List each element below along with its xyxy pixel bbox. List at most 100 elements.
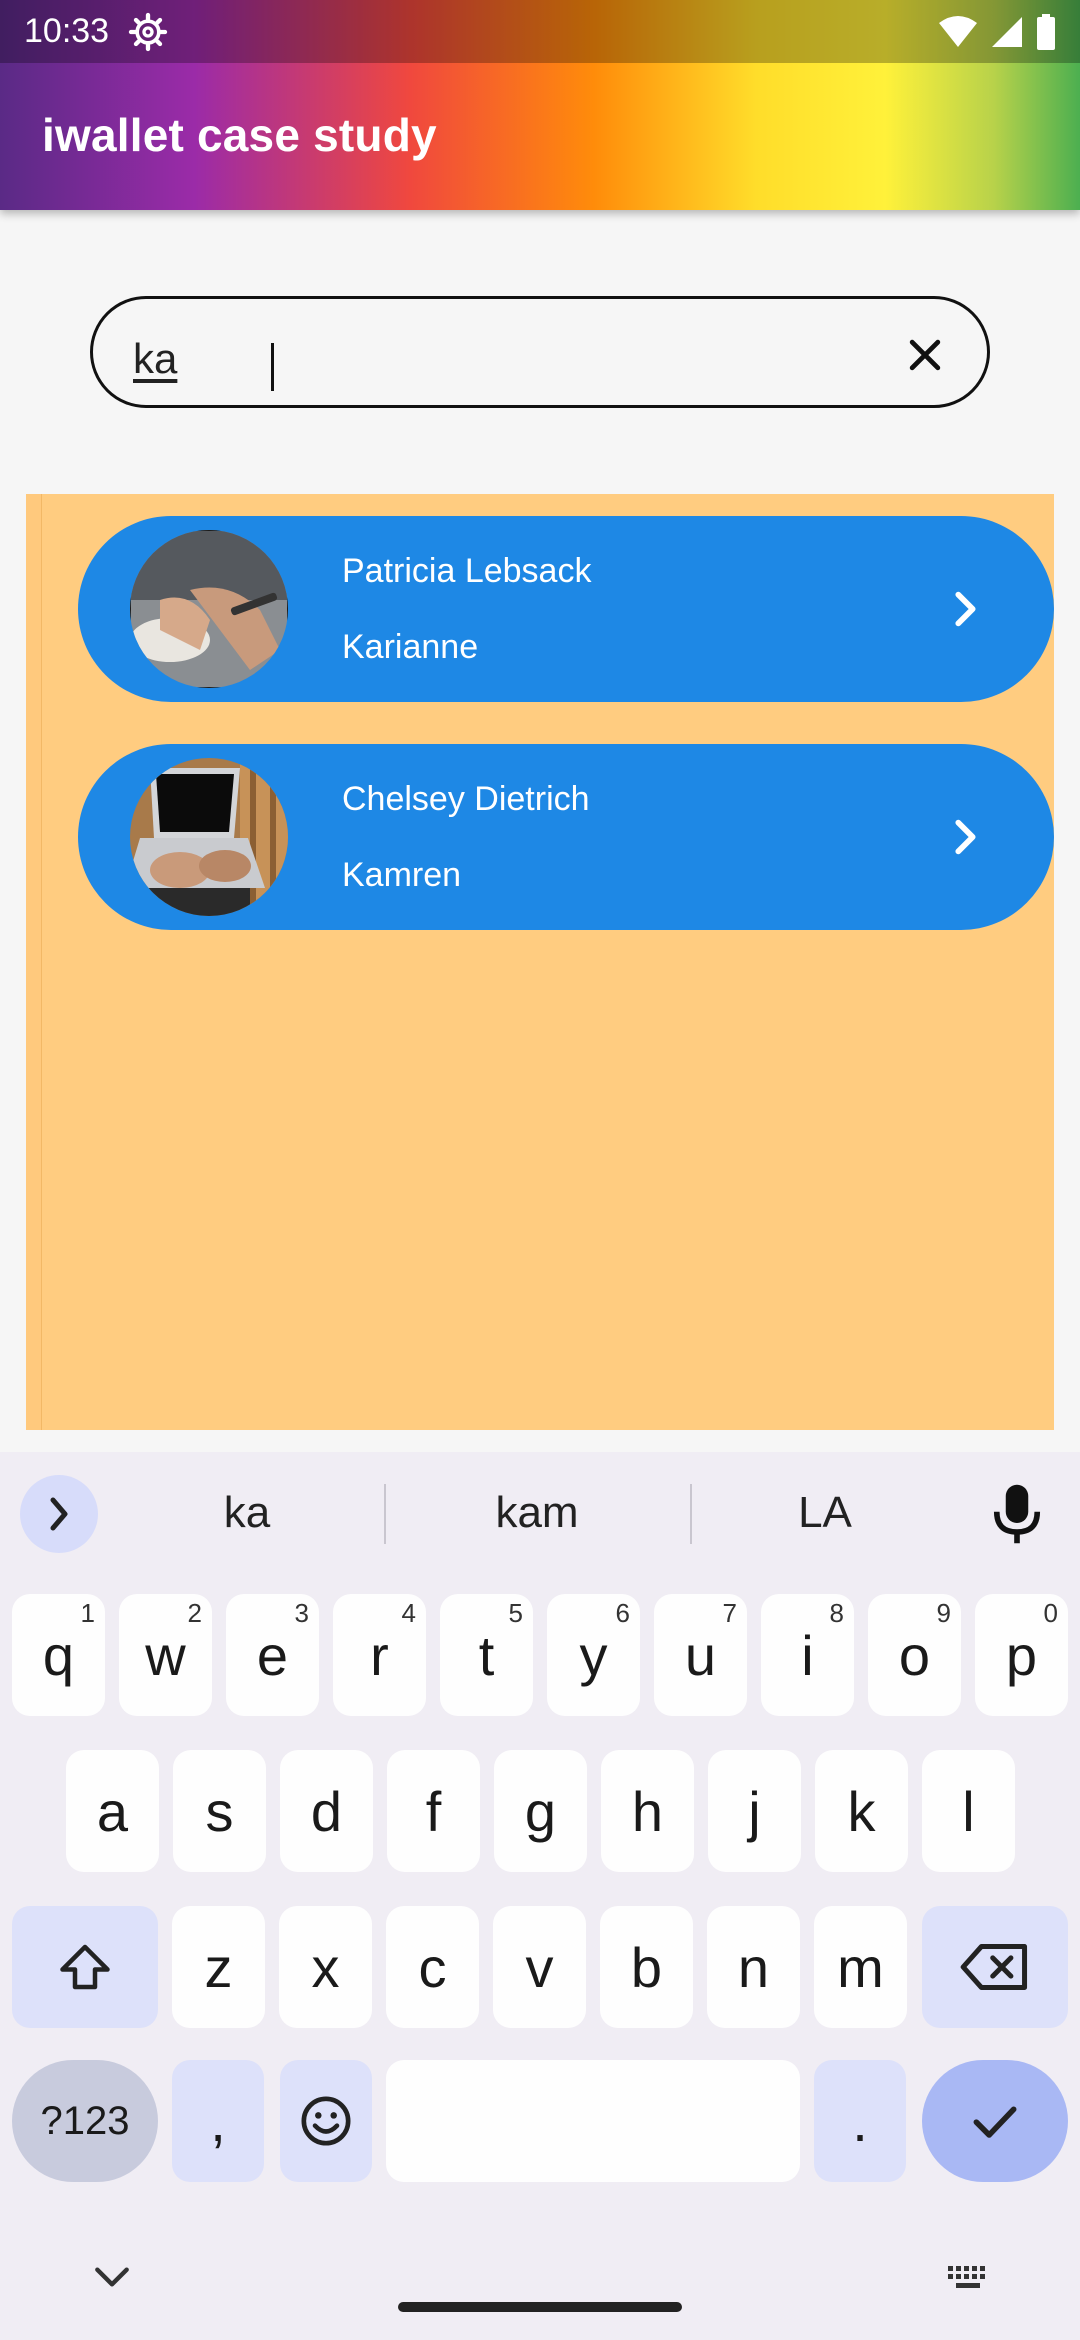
list-item-subtitle: Karianne <box>342 628 479 666</box>
close-icon[interactable] <box>903 333 947 377</box>
key-number-hint: 0 <box>1043 1598 1058 1628</box>
list-item[interactable]: Patricia Lebsack Karianne <box>78 516 1054 702</box>
key-h[interactable]: h <box>601 1750 694 1872</box>
key-e[interactable]: e3 <box>226 1594 319 1716</box>
status-time: 10:33 <box>24 12 110 50</box>
key-b[interactable]: b <box>600 1906 693 2028</box>
chevron-right-icon[interactable] <box>942 814 988 860</box>
key-label: e <box>256 1623 289 1687</box>
home-indicator[interactable] <box>398 2302 682 2312</box>
key-a[interactable]: a <box>66 1750 159 1872</box>
suggestion-2[interactable]: kam <box>392 1488 682 1538</box>
search-input[interactable]: ka <box>133 335 177 383</box>
chevron-down-icon[interactable] <box>90 2262 134 2292</box>
shift-icon <box>60 1944 110 1990</box>
backspace-key[interactable] <box>922 1906 1068 2028</box>
list-item-subtitle: Kamren <box>342 856 462 894</box>
key-label: c <box>418 1935 447 1999</box>
key-label: k <box>847 1779 876 1843</box>
key-number-hint: 6 <box>615 1598 630 1628</box>
key-s[interactable]: s <box>173 1750 266 1872</box>
signal-icon <box>992 17 1022 47</box>
app-header: 10:33 iwallet case study <box>0 0 1080 210</box>
avatar <box>130 758 288 916</box>
key-label: v <box>525 1935 554 1999</box>
soft-keyboard <box>0 1452 1080 2340</box>
key-j[interactable]: j <box>708 1750 801 1872</box>
microphone-icon[interactable] <box>990 1482 1044 1546</box>
key-number-hint: 3 <box>294 1598 309 1628</box>
comma-key[interactable]: , <box>172 2060 264 2182</box>
key-g[interactable]: g <box>494 1750 587 1872</box>
key-q[interactable]: q1 <box>12 1594 105 1716</box>
battery-icon <box>1037 14 1055 50</box>
key-v[interactable]: v <box>493 1906 586 2028</box>
symbols-key[interactable]: ?123 <box>12 2060 158 2182</box>
chevron-right-icon <box>50 1497 68 1531</box>
key-label: w <box>145 1623 186 1687</box>
search-input-value: ka <box>133 335 178 382</box>
key-label: s <box>205 1779 234 1843</box>
text-caret <box>271 343 274 391</box>
suggestion-divider <box>384 1484 386 1544</box>
suggestion-expand-button[interactable] <box>20 1475 98 1553</box>
key-d[interactable]: d <box>280 1750 373 1872</box>
keyboard-icon[interactable] <box>946 2264 990 2292</box>
shift-key[interactable] <box>12 1906 158 2028</box>
key-label: p <box>1005 1623 1038 1687</box>
panel-scroll-edge <box>26 494 42 1430</box>
key-number-hint: 1 <box>80 1598 95 1628</box>
key-f[interactable]: f <box>387 1750 480 1872</box>
key-label: q <box>42 1623 75 1687</box>
period-key[interactable]: . <box>814 2060 906 2182</box>
search-field[interactable]: ka <box>90 296 990 408</box>
wifi-icon <box>939 16 977 47</box>
key-l[interactable]: l <box>922 1750 1015 1872</box>
list-item[interactable]: Chelsey Dietrich Kamren <box>78 744 1054 930</box>
emoji-icon <box>301 2096 351 2146</box>
symbols-key-label: ?123 <box>40 2098 130 2143</box>
key-label: j <box>748 1779 761 1843</box>
key-number-hint: 8 <box>829 1598 844 1628</box>
suggestion-3[interactable]: LA <box>680 1488 970 1538</box>
key-r[interactable]: r4 <box>333 1594 426 1716</box>
key-number-hint: 5 <box>508 1598 523 1628</box>
key-label: h <box>631 1779 664 1843</box>
chevron-right-icon[interactable] <box>942 586 988 632</box>
status-icons <box>938 14 1056 50</box>
comma-key-label: , <box>210 2089 226 2153</box>
key-label: r <box>370 1623 389 1687</box>
key-p[interactable]: p0 <box>975 1594 1068 1716</box>
results-panel: Patricia Lebsack Karianne Chelsey Dietri… <box>26 494 1054 1430</box>
space-key[interactable] <box>386 2060 800 2182</box>
key-label: n <box>737 1935 770 1999</box>
key-number-hint: 2 <box>187 1598 202 1628</box>
key-label: x <box>311 1935 340 1999</box>
key-i[interactable]: i8 <box>761 1594 854 1716</box>
key-u[interactable]: u7 <box>654 1594 747 1716</box>
key-z[interactable]: z <box>172 1906 265 2028</box>
settings-gear-icon <box>128 12 168 52</box>
key-m[interactable]: m <box>814 1906 907 2028</box>
suggestion-1[interactable]: ka <box>102 1488 392 1538</box>
key-o[interactable]: o9 <box>868 1594 961 1716</box>
key-t[interactable]: t5 <box>440 1594 533 1716</box>
key-label: o <box>898 1623 931 1687</box>
key-label: t <box>478 1623 495 1687</box>
key-label: a <box>96 1779 129 1843</box>
enter-key[interactable] <box>922 2060 1068 2182</box>
key-w[interactable]: w2 <box>119 1594 212 1716</box>
key-k[interactable]: k <box>815 1750 908 1872</box>
emoji-key[interactable] <box>280 2060 372 2182</box>
key-c[interactable]: c <box>386 1906 479 2028</box>
app-title: iwallet case study <box>42 109 437 161</box>
key-number-hint: 4 <box>401 1598 416 1628</box>
key-label: g <box>524 1779 557 1843</box>
key-label: i <box>801 1623 814 1687</box>
key-y[interactable]: y6 <box>547 1594 640 1716</box>
key-x[interactable]: x <box>279 1906 372 2028</box>
key-label: m <box>837 1935 884 1999</box>
list-item-name: Patricia Lebsack <box>342 552 592 590</box>
key-n[interactable]: n <box>707 1906 800 2028</box>
period-key-label: . <box>852 2089 868 2153</box>
